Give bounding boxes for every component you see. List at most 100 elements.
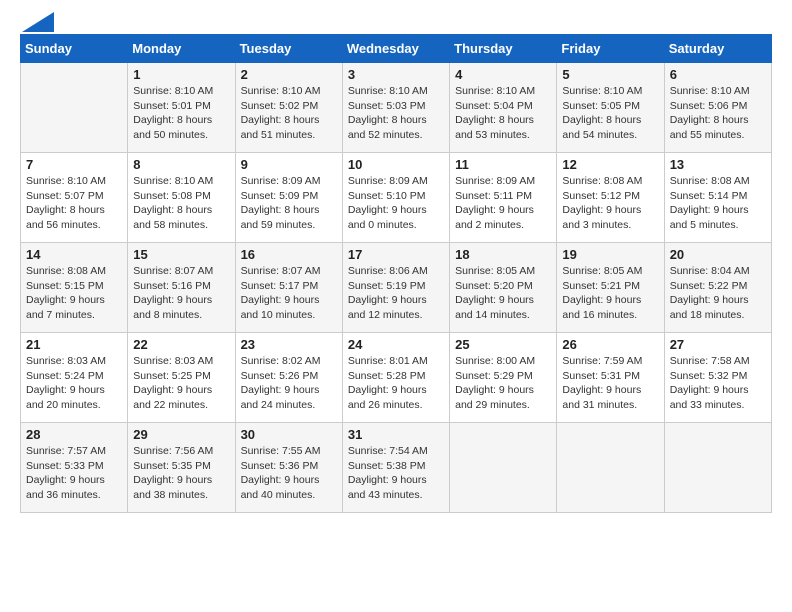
day-number: 7 (26, 157, 122, 172)
day-info: Sunrise: 8:04 AM Sunset: 5:22 PM Dayligh… (670, 264, 766, 323)
weekday-header-wednesday: Wednesday (342, 35, 449, 63)
day-info: Sunrise: 8:05 AM Sunset: 5:21 PM Dayligh… (562, 264, 658, 323)
day-info: Sunrise: 8:02 AM Sunset: 5:26 PM Dayligh… (241, 354, 337, 413)
weekday-header-thursday: Thursday (450, 35, 557, 63)
day-number: 26 (562, 337, 658, 352)
day-info: Sunrise: 8:05 AM Sunset: 5:20 PM Dayligh… (455, 264, 551, 323)
day-info: Sunrise: 8:07 AM Sunset: 5:17 PM Dayligh… (241, 264, 337, 323)
day-info: Sunrise: 8:10 AM Sunset: 5:01 PM Dayligh… (133, 84, 229, 143)
calendar-cell: 30 Sunrise: 7:55 AM Sunset: 5:36 PM Dayli… (235, 423, 342, 513)
day-number: 21 (26, 337, 122, 352)
calendar-cell: 9Sunrise: 8:09 AM Sunset: 5:09 PM Daylig… (235, 153, 342, 243)
calendar-cell: 21 Sunrise: 8:03 AM Sunset: 5:24 PM Dayli… (21, 333, 128, 423)
day-number: 1 (133, 67, 229, 82)
day-info: Sunrise: 7:54 AM Sunset: 5:38 PM Dayligh… (348, 444, 444, 503)
day-number: 23 (241, 337, 337, 352)
weekday-header-sunday: Sunday (21, 35, 128, 63)
calendar-cell: 17 Sunrise: 8:06 AM Sunset: 5:19 PM Dayli… (342, 243, 449, 333)
calendar-cell: 1 Sunrise: 8:10 AM Sunset: 5:01 PM Daylig… (128, 63, 235, 153)
calendar-cell: 19 Sunrise: 8:05 AM Sunset: 5:21 PM Dayli… (557, 243, 664, 333)
day-number: 17 (348, 247, 444, 262)
calendar-week-row: 14 Sunrise: 8:08 AM Sunset: 5:15 PM Dayli… (21, 243, 772, 333)
day-number: 31 (348, 427, 444, 442)
calendar-cell: 22Sunrise: 8:03 AM Sunset: 5:25 PM Dayli… (128, 333, 235, 423)
day-info: Sunrise: 8:07 AM Sunset: 5:16 PM Dayligh… (133, 264, 229, 323)
day-number: 30 (241, 427, 337, 442)
day-number: 29 (133, 427, 229, 442)
day-info: Sunrise: 8:09 AM Sunset: 5:11 PM Dayligh… (455, 174, 551, 233)
calendar-cell: 8 Sunrise: 8:10 AM Sunset: 5:08 PM Daylig… (128, 153, 235, 243)
page-header (20, 20, 772, 24)
day-info: Sunrise: 8:08 AM Sunset: 5:12 PM Dayligh… (562, 174, 658, 233)
day-info: Sunrise: 8:09 AM Sunset: 5:10 PM Dayligh… (348, 174, 444, 233)
day-number: 11 (455, 157, 551, 172)
calendar-cell: 15 Sunrise: 8:07 AM Sunset: 5:16 PM Dayli… (128, 243, 235, 333)
day-info: Sunrise: 8:10 AM Sunset: 5:05 PM Dayligh… (562, 84, 658, 143)
calendar-cell: 20 Sunrise: 8:04 AM Sunset: 5:22 PM Dayli… (664, 243, 771, 333)
day-number: 8 (133, 157, 229, 172)
calendar-cell: 5 Sunrise: 8:10 AM Sunset: 5:05 PM Daylig… (557, 63, 664, 153)
calendar-cell: 16 Sunrise: 8:07 AM Sunset: 5:17 PM Dayli… (235, 243, 342, 333)
day-number: 18 (455, 247, 551, 262)
calendar-cell: 26 Sunrise: 7:59 AM Sunset: 5:31 PM Dayli… (557, 333, 664, 423)
weekday-header-tuesday: Tuesday (235, 35, 342, 63)
day-info: Sunrise: 8:03 AM Sunset: 5:24 PM Dayligh… (26, 354, 122, 413)
day-info: Sunrise: 7:57 AM Sunset: 5:33 PM Dayligh… (26, 444, 122, 503)
day-info: Sunrise: 8:00 AM Sunset: 5:29 PM Dayligh… (455, 354, 551, 413)
day-info: Sunrise: 8:08 AM Sunset: 5:14 PM Dayligh… (670, 174, 766, 233)
day-number: 19 (562, 247, 658, 262)
weekday-header-friday: Friday (557, 35, 664, 63)
calendar-week-row: 7 Sunrise: 8:10 AM Sunset: 5:07 PM Daylig… (21, 153, 772, 243)
calendar-cell: 12 Sunrise: 8:08 AM Sunset: 5:12 PM Dayli… (557, 153, 664, 243)
logo (20, 20, 54, 24)
day-info: Sunrise: 8:10 AM Sunset: 5:07 PM Dayligh… (26, 174, 122, 233)
day-number: 6 (670, 67, 766, 82)
day-info: Sunrise: 8:09 AM Sunset: 5:09 PM Dayligh… (241, 174, 337, 233)
calendar-cell: 2 Sunrise: 8:10 AM Sunset: 5:02 PM Daylig… (235, 63, 342, 153)
calendar-cell: 4 Sunrise: 8:10 AM Sunset: 5:04 PM Daylig… (450, 63, 557, 153)
day-number: 5 (562, 67, 658, 82)
calendar-cell: 3Sunrise: 8:10 AM Sunset: 5:03 PM Daylig… (342, 63, 449, 153)
logo-icon (22, 12, 54, 32)
day-number: 4 (455, 67, 551, 82)
day-number: 2 (241, 67, 337, 82)
day-info: Sunrise: 8:10 AM Sunset: 5:02 PM Dayligh… (241, 84, 337, 143)
calendar-cell: 18 Sunrise: 8:05 AM Sunset: 5:20 PM Dayli… (450, 243, 557, 333)
day-info: Sunrise: 8:10 AM Sunset: 5:06 PM Dayligh… (670, 84, 766, 143)
calendar-cell: 25 Sunrise: 8:00 AM Sunset: 5:29 PM Dayli… (450, 333, 557, 423)
weekday-header-saturday: Saturday (664, 35, 771, 63)
day-info: Sunrise: 8:10 AM Sunset: 5:04 PM Dayligh… (455, 84, 551, 143)
calendar-table: SundayMondayTuesdayWednesdayThursdayFrid… (20, 34, 772, 513)
calendar-cell: 29Sunrise: 7:56 AM Sunset: 5:35 PM Dayli… (128, 423, 235, 513)
day-number: 14 (26, 247, 122, 262)
day-info: Sunrise: 7:58 AM Sunset: 5:32 PM Dayligh… (670, 354, 766, 413)
day-info: Sunrise: 8:08 AM Sunset: 5:15 PM Dayligh… (26, 264, 122, 323)
calendar-week-row: 1 Sunrise: 8:10 AM Sunset: 5:01 PM Daylig… (21, 63, 772, 153)
calendar-cell (21, 63, 128, 153)
day-number: 12 (562, 157, 658, 172)
calendar-cell: 13Sunrise: 8:08 AM Sunset: 5:14 PM Dayli… (664, 153, 771, 243)
day-info: Sunrise: 7:59 AM Sunset: 5:31 PM Dayligh… (562, 354, 658, 413)
day-info: Sunrise: 8:01 AM Sunset: 5:28 PM Dayligh… (348, 354, 444, 413)
calendar-cell: 28Sunrise: 7:57 AM Sunset: 5:33 PM Dayli… (21, 423, 128, 513)
day-info: Sunrise: 8:06 AM Sunset: 5:19 PM Dayligh… (348, 264, 444, 323)
calendar-week-row: 21 Sunrise: 8:03 AM Sunset: 5:24 PM Dayli… (21, 333, 772, 423)
day-info: Sunrise: 8:10 AM Sunset: 5:08 PM Dayligh… (133, 174, 229, 233)
calendar-cell: 6 Sunrise: 8:10 AM Sunset: 5:06 PM Daylig… (664, 63, 771, 153)
calendar-header-row: SundayMondayTuesdayWednesdayThursdayFrid… (21, 35, 772, 63)
calendar-week-row: 28Sunrise: 7:57 AM Sunset: 5:33 PM Dayli… (21, 423, 772, 513)
day-info: Sunrise: 8:10 AM Sunset: 5:03 PM Dayligh… (348, 84, 444, 143)
day-number: 16 (241, 247, 337, 262)
calendar-cell: 27Sunrise: 7:58 AM Sunset: 5:32 PM Dayli… (664, 333, 771, 423)
day-number: 15 (133, 247, 229, 262)
day-number: 20 (670, 247, 766, 262)
day-number: 25 (455, 337, 551, 352)
calendar-cell: 7 Sunrise: 8:10 AM Sunset: 5:07 PM Daylig… (21, 153, 128, 243)
calendar-cell: 11 Sunrise: 8:09 AM Sunset: 5:11 PM Dayli… (450, 153, 557, 243)
day-info: Sunrise: 7:55 AM Sunset: 5:36 PM Dayligh… (241, 444, 337, 503)
calendar-cell: 10Sunrise: 8:09 AM Sunset: 5:10 PM Dayli… (342, 153, 449, 243)
weekday-header-monday: Monday (128, 35, 235, 63)
calendar-cell (450, 423, 557, 513)
calendar-cell: 24Sunrise: 8:01 AM Sunset: 5:28 PM Dayli… (342, 333, 449, 423)
calendar-cell: 23 Sunrise: 8:02 AM Sunset: 5:26 PM Dayli… (235, 333, 342, 423)
